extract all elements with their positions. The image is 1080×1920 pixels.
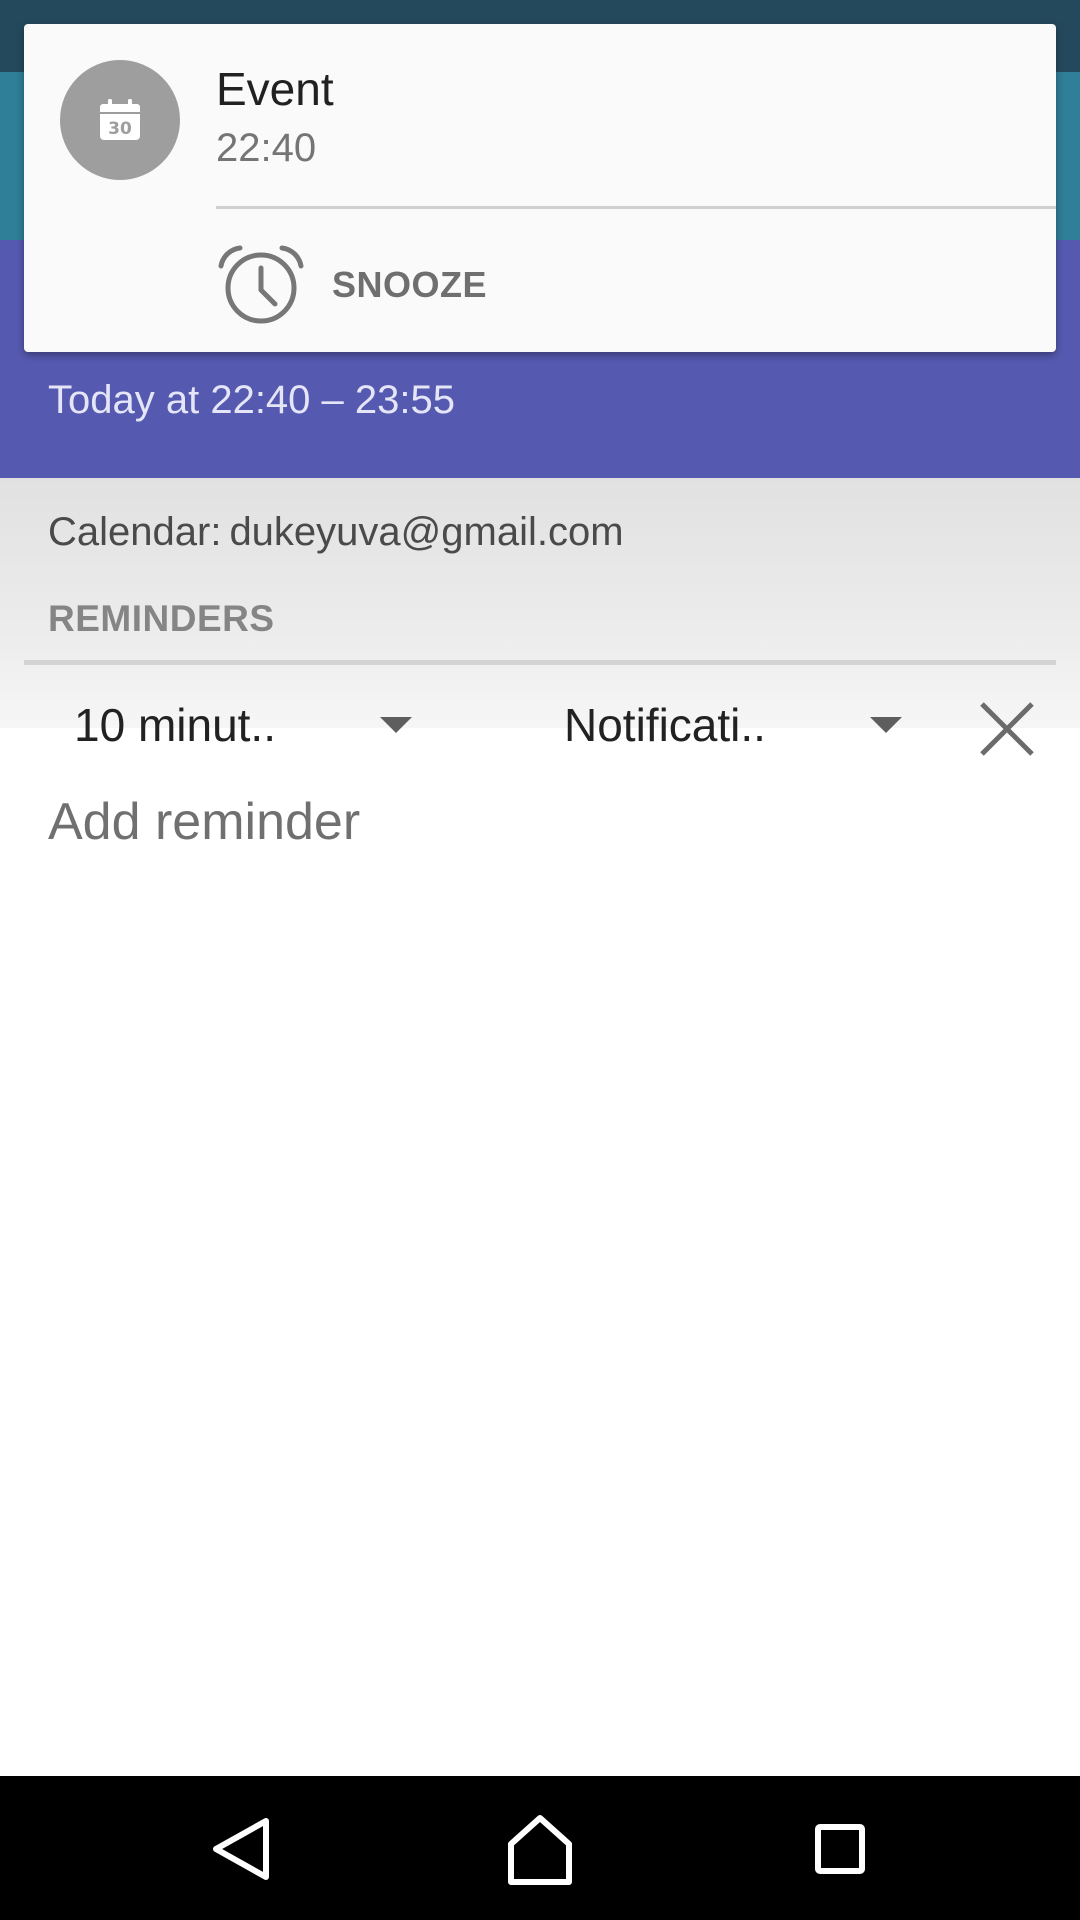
calendar-icon-day: 30 <box>108 119 132 139</box>
reminders-divider <box>24 660 1056 665</box>
reminder-method-value: Notificati.. <box>564 699 766 751</box>
calendar-account: dukeyuva@gmail.com <box>229 510 624 554</box>
reminder-minutes-dropdown[interactable]: 10 minut.. <box>74 680 424 770</box>
remove-reminder-button[interactable] <box>972 694 1042 764</box>
alarm-clock-icon <box>218 245 304 324</box>
snooze-label: SNOOZE <box>332 264 488 305</box>
calendar-info: Calendar: dukeyuva@gmail.com <box>48 510 624 555</box>
home-icon <box>508 1815 572 1885</box>
notification-time: 22:40 <box>216 126 317 170</box>
reminders-section-title: REMINDERS <box>48 598 275 639</box>
calendar-label: Calendar: <box>48 510 222 554</box>
close-icon <box>980 702 1034 756</box>
dropdown-arrow-icon <box>380 717 412 733</box>
reminder-row: 10 minut.. Notificati.. <box>0 680 1080 770</box>
notification-divider <box>216 206 1056 209</box>
event-notification[interactable]: 30 Event 22:40 SNOOZE <box>24 24 1056 352</box>
back-icon <box>213 1818 269 1880</box>
recents-button[interactable] <box>795 1806 885 1892</box>
dropdown-arrow-icon <box>870 717 902 733</box>
navigation-bar <box>0 1776 1080 1920</box>
notification-title: Event <box>216 63 334 115</box>
event-time-range: Today at 22:40 – 23:55 <box>48 378 455 422</box>
recents-icon <box>815 1824 865 1874</box>
back-button[interactable] <box>196 1806 286 1892</box>
reminder-method-dropdown[interactable]: Notificati.. <box>564 680 920 770</box>
snooze-button[interactable]: SNOOZE <box>216 240 487 330</box>
calendar-icon: 30 <box>100 99 140 140</box>
notification-app-icon: 30 <box>60 60 180 180</box>
reminder-minutes-value: 10 minut.. <box>74 699 276 751</box>
home-button[interactable] <box>495 1806 585 1892</box>
add-reminder-button[interactable]: Add reminder <box>48 792 360 852</box>
